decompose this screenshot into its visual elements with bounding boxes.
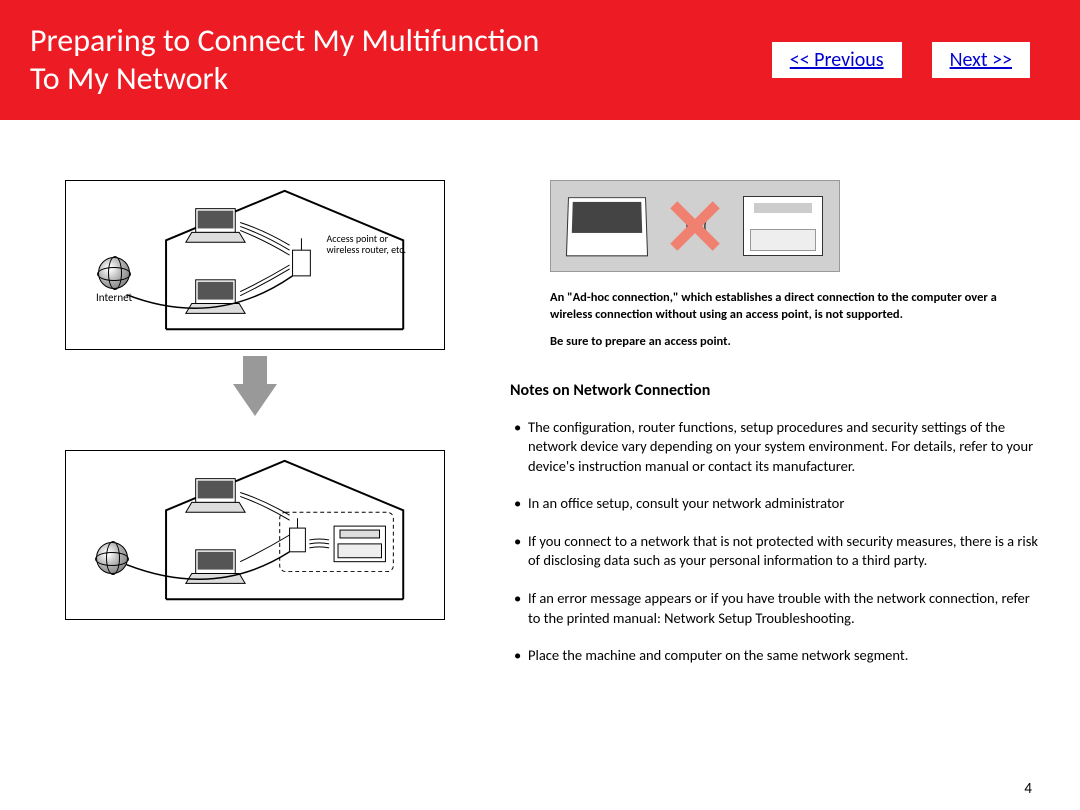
nav-button-group: << Previous Next >> bbox=[772, 42, 1030, 78]
list-item: Place the machine and computer on the sa… bbox=[510, 646, 1040, 666]
list-item: If you connect to a network that is not … bbox=[510, 532, 1040, 571]
network-diagram-before: Internet Access point or wireless router… bbox=[65, 180, 445, 350]
notes-list: The configuration, router functions, set… bbox=[510, 418, 1040, 666]
x-icon bbox=[665, 196, 725, 256]
page-number: 4 bbox=[1024, 780, 1032, 798]
list-item: If an error message appears or if you ha… bbox=[510, 589, 1040, 628]
text-column: ))) ((( An "Ad-hoc connection," which es… bbox=[510, 180, 1040, 684]
header-bar: Preparing to Connect My Multifunction To… bbox=[0, 0, 1080, 120]
wifi-blocked-icon: ))) ((( bbox=[660, 191, 730, 261]
internet-icon: Internet bbox=[96, 257, 132, 304]
next-button[interactable]: Next >> bbox=[932, 42, 1030, 78]
internet-label: Internet bbox=[96, 291, 132, 304]
content-area: Internet Access point or wireless router… bbox=[0, 120, 1080, 704]
globe-icon bbox=[98, 257, 130, 289]
globe-icon bbox=[96, 542, 128, 574]
arrow-down-icon bbox=[233, 384, 277, 416]
network-diagram-after bbox=[65, 450, 445, 620]
page-title: Preparing to Connect My Multifunction To… bbox=[30, 22, 539, 99]
adhoc-warning-text: An "Ad-hoc connection," which establishe… bbox=[550, 290, 1010, 351]
previous-button[interactable]: << Previous bbox=[772, 42, 902, 78]
adhoc-diagram: ))) ((( bbox=[550, 180, 840, 272]
access-point-label: Access point or wireless router, etc. bbox=[327, 233, 406, 255]
diagram-column: Internet Access point or wireless router… bbox=[40, 180, 470, 684]
title-line1: Preparing to Connect My Multifunction bbox=[30, 21, 539, 60]
title-line2: To My Network bbox=[30, 59, 228, 98]
list-item: The configuration, router functions, set… bbox=[510, 418, 1040, 477]
laptop-icon bbox=[566, 197, 648, 256]
adhoc-paragraph-2: Be sure to prepare an access point. bbox=[550, 334, 1010, 351]
list-item: In an office setup, consult your network… bbox=[510, 494, 1040, 514]
adhoc-paragraph-1: An "Ad-hoc connection," which establishe… bbox=[550, 290, 1010, 324]
printer-icon bbox=[743, 196, 823, 256]
house-icon bbox=[66, 451, 444, 619]
internet-icon bbox=[96, 542, 128, 574]
notes-heading: Notes on Network Connection bbox=[510, 381, 1040, 400]
